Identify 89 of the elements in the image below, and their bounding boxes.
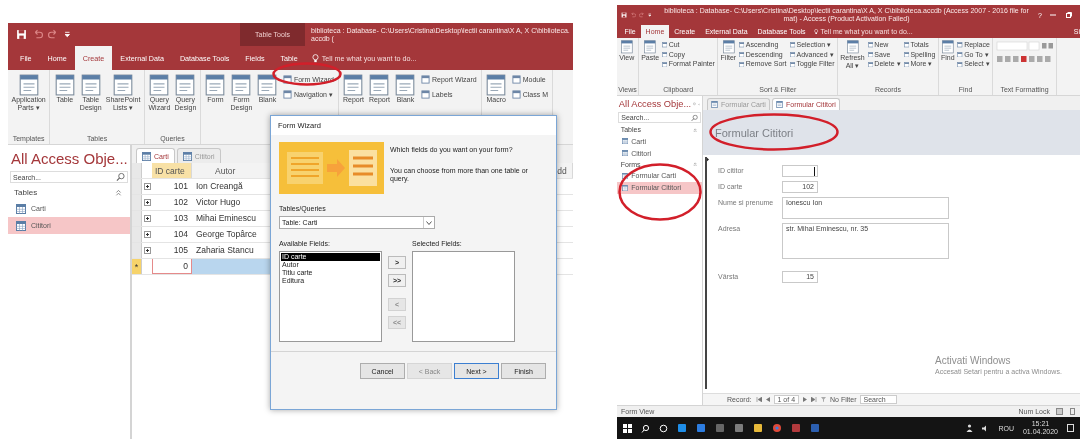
- expand-icon[interactable]: [143, 231, 151, 238]
- document-icon: [204, 74, 227, 96]
- next-record-icon[interactable]: [803, 397, 808, 402]
- document-icon: [789, 61, 796, 68]
- table-icon: [16, 220, 26, 231]
- document-icon: [738, 51, 745, 58]
- document-icon: [661, 61, 668, 68]
- new-record-marker: *: [132, 259, 142, 274]
- table-icon: [142, 151, 151, 161]
- navigation-title: All Access Obje...: [11, 149, 128, 167]
- document-icon: [661, 51, 668, 58]
- expand-icon[interactable]: [143, 247, 151, 254]
- document-icon: [738, 42, 745, 48]
- navigation-title: All Access Obje...: [618, 99, 692, 110]
- dropdown-icon[interactable]: [647, 11, 652, 18]
- document-icon: [148, 74, 171, 96]
- windows-icon[interactable]: [623, 423, 632, 433]
- document-icon: [230, 74, 253, 96]
- document-icon: [174, 74, 197, 96]
- redo-icon[interactable]: [48, 29, 59, 40]
- form-title: Formular Cititori: [715, 126, 794, 139]
- highlight-circle: [272, 62, 342, 86]
- save-icon[interactable]: [16, 29, 27, 40]
- document-icon: [17, 74, 40, 96]
- document-icon: [420, 75, 430, 84]
- lightbulb-icon: [311, 53, 319, 63]
- record-selector[interactable]: [705, 157, 709, 389]
- document-icon: [789, 42, 796, 48]
- save-icon[interactable]: [621, 11, 628, 18]
- expand-icon[interactable]: [143, 199, 151, 206]
- document-icon: [420, 90, 430, 99]
- document-icon: [282, 90, 292, 99]
- form-icon: [621, 184, 629, 191]
- document-icon: [957, 61, 963, 68]
- caret-icon: [426, 220, 432, 225]
- minimize-icon[interactable]: [1050, 12, 1056, 18]
- form-icon: [711, 101, 719, 108]
- document-icon: [957, 51, 963, 58]
- browser-icon[interactable]: [772, 423, 782, 433]
- document-icon: [112, 74, 135, 96]
- filter-icon: [821, 397, 827, 402]
- document-icon: [661, 42, 668, 48]
- search-icon[interactable]: [641, 423, 650, 433]
- document-icon: [867, 51, 874, 58]
- activation-title: Activati Windows: [935, 355, 1012, 366]
- document-icon: [79, 74, 102, 96]
- restore-icon[interactable]: [1066, 12, 1072, 18]
- document-icon: [957, 42, 963, 48]
- notification-icon[interactable]: [1067, 424, 1074, 432]
- table-cell[interactable]: 0: [152, 259, 192, 274]
- undo-icon[interactable]: [32, 29, 43, 40]
- form-icon: [621, 172, 629, 179]
- first-record-icon[interactable]: [755, 397, 762, 402]
- document-icon: [485, 74, 508, 96]
- person-icon[interactable]: [966, 424, 974, 432]
- table-icon: [621, 137, 629, 145]
- document-icon: [256, 74, 279, 96]
- document-icon: [903, 42, 910, 48]
- table-icon: [182, 151, 192, 161]
- expand-icon[interactable]: [143, 183, 151, 190]
- document-icon: [394, 74, 417, 96]
- table-icon: [16, 203, 26, 214]
- form-view-icon[interactable]: [1056, 408, 1063, 415]
- document-icon: [789, 51, 796, 58]
- document-icon: [511, 75, 521, 84]
- table-icon: [621, 149, 629, 157]
- dropdown-icon[interactable]: [64, 29, 71, 40]
- form-field[interactable]: [782, 165, 818, 177]
- section-header[interactable]: Tables: [14, 188, 38, 197]
- text-cursor: [813, 167, 815, 176]
- document-icon: [368, 74, 391, 96]
- column-header[interactable]: ID carte: [152, 163, 192, 178]
- expand-icon[interactable]: [143, 215, 151, 222]
- document-icon: [867, 61, 874, 68]
- document-icon: [903, 61, 910, 68]
- design-view-icon[interactable]: [1069, 408, 1076, 415]
- document-icon: [342, 74, 365, 96]
- last-record-icon[interactable]: [811, 397, 818, 402]
- document-icon: [903, 51, 910, 58]
- ring-icon[interactable]: [659, 423, 668, 433]
- previous-record-icon[interactable]: [765, 397, 770, 402]
- document-icon: [53, 74, 76, 96]
- document-icon: [511, 90, 521, 99]
- document-icon: [738, 61, 745, 68]
- document-icon: [282, 75, 292, 84]
- collapse-icon[interactable]: [115, 189, 122, 196]
- form-icon: [776, 101, 783, 108]
- lightbulb-icon: [814, 28, 819, 35]
- document-icon: [867, 42, 874, 48]
